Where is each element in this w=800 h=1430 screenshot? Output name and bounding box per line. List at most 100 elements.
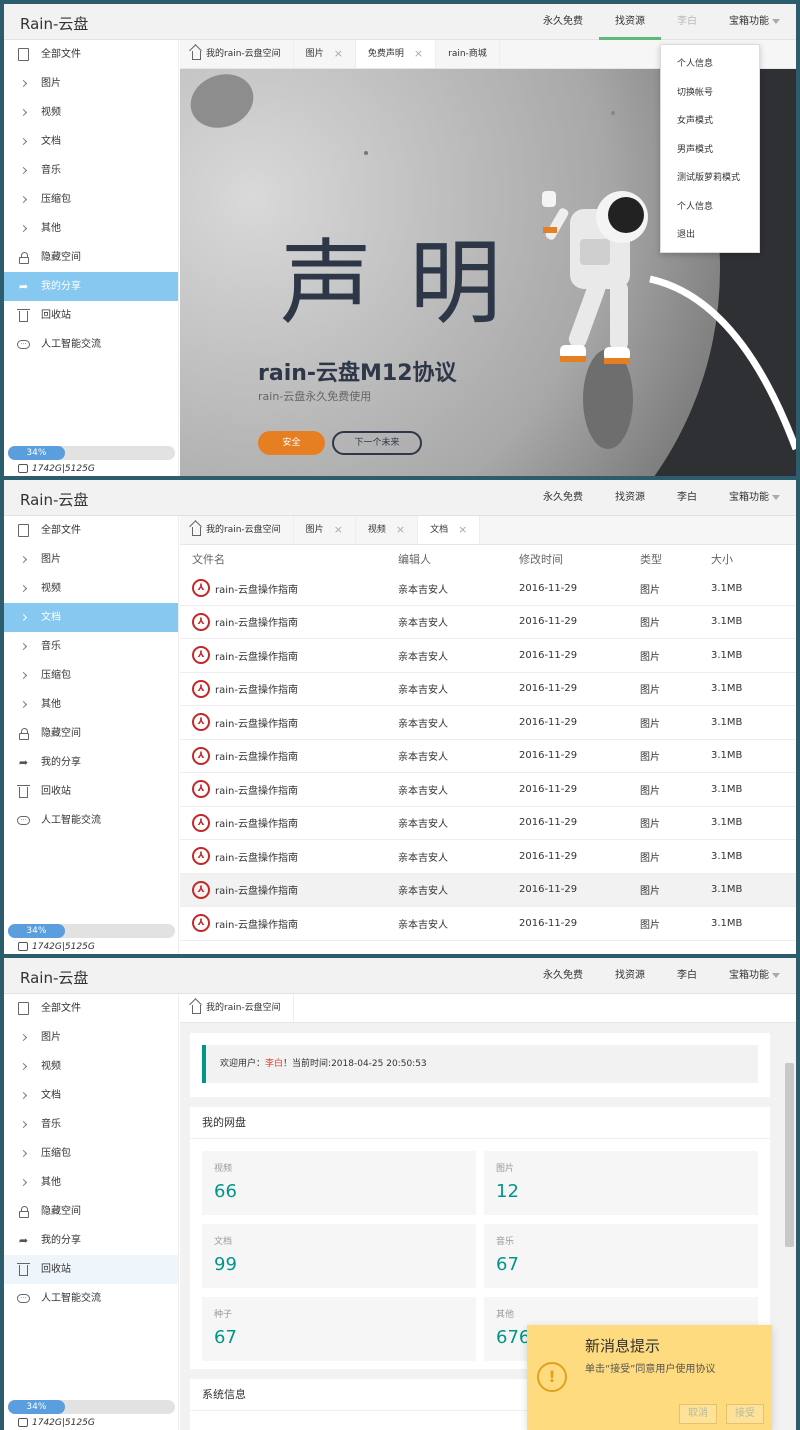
sidebar-item-share[interactable]: ➦ 我的分享 [4, 1226, 178, 1255]
nav-more[interactable]: 宝箱功能 [713, 4, 796, 40]
file-name-cell[interactable]: ⅄ rain-云盘操作指南 [180, 612, 398, 631]
tab-videos[interactable]: 视频 × [356, 516, 419, 544]
table-row[interactable]: ⅄ rain-云盘操作指南 亲本吉安人 2016-11-29 图片 3.1MB [180, 840, 796, 874]
sidebar-item-docs[interactable]: 文档 [4, 1081, 178, 1110]
file-name-cell[interactable]: ⅄ rain-云盘操作指南 [180, 646, 398, 665]
sidebar-item-docs[interactable]: 文档 [4, 603, 178, 632]
sidebar-item-videos[interactable]: 视频 [4, 574, 178, 603]
nav-find[interactable]: 找资源 [599, 480, 661, 516]
sidebar-item-music[interactable]: 音乐 [4, 1110, 178, 1139]
sidebar-item-all[interactable]: 全部文件 [4, 516, 178, 545]
nav-user[interactable]: 李白 [661, 4, 713, 40]
stat-images[interactable]: 图片 12 [484, 1151, 758, 1215]
sidebar-item-trash[interactable]: 回收站 [4, 777, 178, 806]
sidebar-item-ai[interactable]: ··· 人工智能交流 [4, 1284, 178, 1313]
file-name-cell[interactable]: ⅄ rain-云盘操作指南 [180, 813, 398, 832]
tab-images[interactable]: 图片 × [294, 516, 356, 544]
close-icon[interactable]: × [334, 40, 343, 68]
accept-button[interactable]: 安全 [258, 431, 325, 455]
table-row[interactable]: ⅄ rain-云盘操作指南 亲本吉安人 2016-11-29 图片 3.1MB [180, 706, 796, 740]
col-size-header[interactable]: 大小 [711, 551, 771, 567]
sidebar-item-hidden[interactable]: 隐藏空间 [4, 243, 178, 272]
table-row[interactable]: ⅄ rain-云盘操作指南 亲本吉安人 2016-11-29 图片 3.1MB [180, 740, 796, 773]
table-row[interactable]: ⅄ rain-云盘操作指南 亲本吉安人 2016-11-29 图片 3.1MB [180, 606, 796, 639]
nav-find[interactable]: 找资源 [599, 4, 661, 40]
table-row[interactable]: ⅄ rain-云盘操作指南 亲本吉安人 2016-11-29 图片 3.1MB [180, 873, 796, 907]
file-name-cell[interactable]: ⅄ rain-云盘操作指南 [180, 746, 398, 765]
col-date-header[interactable]: 修改时间 [519, 551, 640, 567]
file-name-cell[interactable]: ⅄ rain-云盘操作指南 [180, 780, 398, 799]
close-icon[interactable]: × [334, 516, 343, 544]
menu-item-loli-mode[interactable]: 测试版萝莉模式 [661, 164, 759, 193]
stat-seeds[interactable]: 种子 67 [202, 1297, 476, 1361]
sidebar-item-ai[interactable]: ··· 人工智能交流 [4, 806, 178, 835]
sidebar-item-other[interactable]: 其他 [4, 214, 178, 243]
sidebar-item-videos[interactable]: 视频 [4, 98, 178, 127]
file-name-cell[interactable]: ⅄ rain-云盘操作指南 [180, 847, 398, 866]
sidebar-item-other[interactable]: 其他 [4, 690, 178, 719]
file-name-cell[interactable]: ⅄ rain-云盘操作指南 [180, 579, 398, 598]
tab-store[interactable]: rain-商城 [436, 40, 500, 68]
close-icon[interactable]: × [414, 40, 423, 68]
tab-images[interactable]: 图片 × [294, 40, 356, 68]
sidebar-item-hidden[interactable]: 隐藏空间 [4, 719, 178, 748]
sidebar-item-images[interactable]: 图片 [4, 1023, 178, 1052]
menu-item-profile-2[interactable]: 个人信息 [661, 193, 759, 222]
sidebar-item-archives[interactable]: 压缩包 [4, 185, 178, 214]
file-name-cell[interactable]: ⅄ rain-云盘操作指南 [180, 914, 398, 933]
close-icon[interactable]: × [396, 516, 405, 544]
sidebar-item-videos[interactable]: 视频 [4, 1052, 178, 1081]
nav-user[interactable]: 李白 [661, 958, 713, 994]
sidebar-item-hidden[interactable]: 隐藏空间 [4, 1197, 178, 1226]
menu-item-female-voice[interactable]: 女声模式 [661, 107, 759, 136]
nav-more[interactable]: 宝箱功能 [713, 480, 796, 516]
sidebar-item-archives[interactable]: 压缩包 [4, 1139, 178, 1168]
col-type-header[interactable]: 类型 [640, 551, 711, 567]
nav-free[interactable]: 永久免费 [527, 480, 599, 516]
menu-item-switch-account[interactable]: 切换帐号 [661, 79, 759, 108]
sidebar-item-trash[interactable]: 回收站 [4, 301, 178, 330]
nav-more[interactable]: 宝箱功能 [713, 958, 796, 994]
accept-button[interactable]: 接受 [726, 1404, 764, 1424]
table-row[interactable]: ⅄ rain-云盘操作指南 亲本吉安人 2016-11-29 图片 3.1MB [180, 572, 796, 606]
close-icon[interactable]: × [458, 516, 467, 544]
sidebar-item-images[interactable]: 图片 [4, 545, 178, 574]
scrollbar-thumb[interactable] [785, 1063, 794, 1247]
menu-item-male-voice[interactable]: 男声模式 [661, 136, 759, 165]
sidebar-item-all[interactable]: 全部文件 [4, 40, 178, 69]
sidebar-item-trash[interactable]: 回收站 [4, 1255, 178, 1284]
app-logo[interactable]: Rain-云盘 [20, 489, 88, 510]
table-row[interactable]: ⅄ rain-云盘操作指南 亲本吉安人 2016-11-29 图片 3.1MB [180, 773, 796, 807]
sidebar-item-other[interactable]: 其他 [4, 1168, 178, 1197]
file-name-cell[interactable]: ⅄ rain-云盘操作指南 [180, 713, 398, 732]
nav-find[interactable]: 找资源 [599, 958, 661, 994]
table-row[interactable]: ⅄ rain-云盘操作指南 亲本吉安人 2016-11-29 图片 3.1MB [180, 907, 796, 941]
file-name-cell[interactable]: ⅄ rain-云盘操作指南 [180, 880, 398, 899]
sidebar-item-music[interactable]: 音乐 [4, 156, 178, 185]
menu-item-profile[interactable]: 个人信息 [661, 50, 759, 79]
next-button[interactable]: 下一个未来 [332, 431, 422, 455]
tab-home[interactable]: 我的rain-云盘空间 [180, 516, 294, 544]
sidebar-item-all[interactable]: 全部文件 [4, 994, 178, 1023]
menu-item-logout[interactable]: 退出 [661, 221, 759, 250]
stat-music[interactable]: 音乐 67 [484, 1224, 758, 1288]
nav-free[interactable]: 永久免费 [527, 958, 599, 994]
sidebar-item-ai[interactable]: ··· 人工智能交流 [4, 330, 178, 359]
stat-videos[interactable]: 视频 66 [202, 1151, 476, 1215]
sidebar-item-music[interactable]: 音乐 [4, 632, 178, 661]
tab-disclaimer[interactable]: 免费声明 × [355, 40, 437, 68]
tab-home[interactable]: 我的rain-云盘空间 [180, 994, 294, 1022]
file-name-cell[interactable]: ⅄ rain-云盘操作指南 [180, 679, 398, 698]
sidebar-item-archives[interactable]: 压缩包 [4, 661, 178, 690]
nav-free[interactable]: 永久免费 [527, 4, 599, 40]
app-logo[interactable]: Rain-云盘 [20, 967, 88, 988]
table-row[interactable]: ⅄ rain-云盘操作指南 亲本吉安人 2016-11-29 图片 3.1MB [180, 807, 796, 840]
stat-docs[interactable]: 文档 99 [202, 1224, 476, 1288]
sidebar-item-share[interactable]: ➦ 我的分享 [4, 272, 178, 301]
sidebar-item-images[interactable]: 图片 [4, 69, 178, 98]
cancel-button[interactable]: 取消 [679, 1404, 717, 1424]
table-row[interactable]: ⅄ rain-云盘操作指南 亲本吉安人 2016-11-29 图片 3.1MB [180, 673, 796, 706]
col-name-header[interactable]: 文件名 [180, 551, 398, 567]
nav-user[interactable]: 李白 [661, 480, 713, 516]
app-logo[interactable]: Rain-云盘 [20, 13, 88, 34]
